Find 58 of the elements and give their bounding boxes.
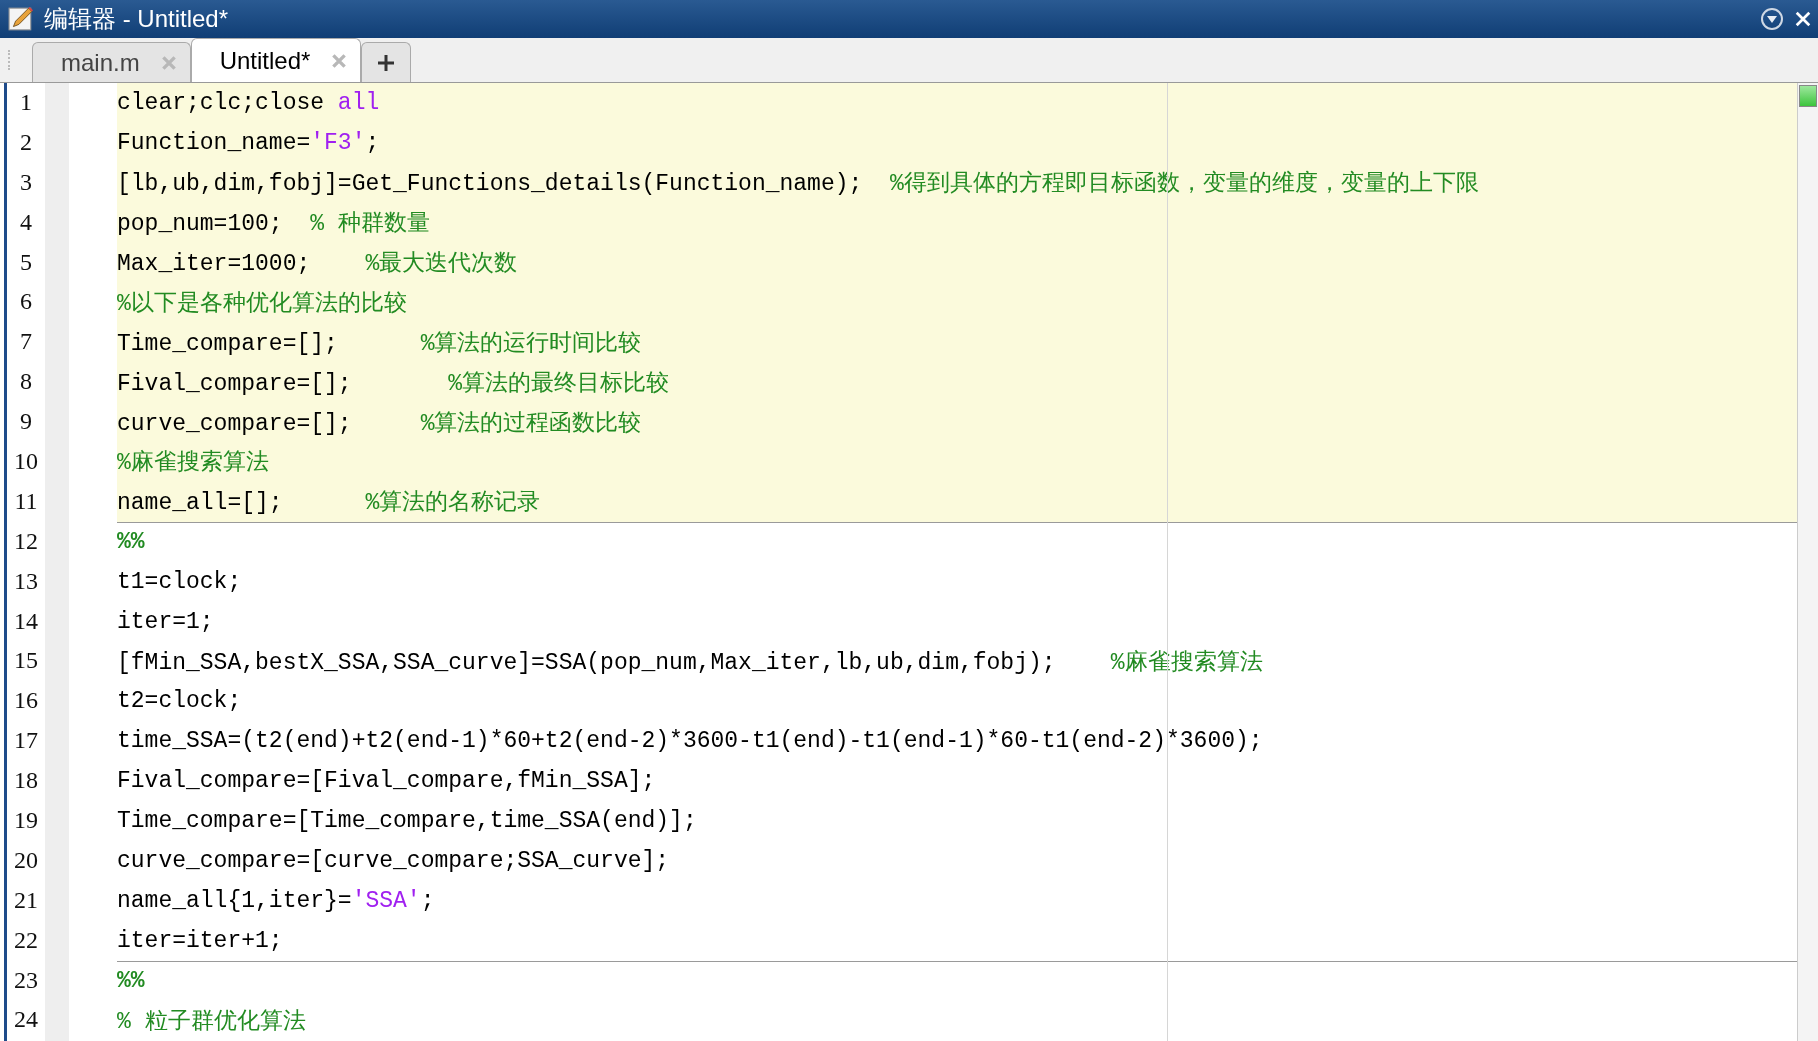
code-line: curve_compare=[curve_compare;SSA_curve]; (117, 847, 670, 874)
line-number: 11 (13, 486, 39, 516)
line-number: 12 (13, 526, 39, 556)
line-number: 14 (13, 606, 39, 636)
code-line: iter=iter+1; (117, 927, 283, 954)
line-number: 13 (13, 566, 39, 596)
code-line: time_SSA=(t2(end)+t2(end-1)*60+t2(end-2)*3600-t1(end)-t1(end-1)*60-t1(end-2)*3600); (117, 728, 1263, 755)
pencil-icon (8, 6, 34, 32)
code-line: iter=1; (117, 608, 214, 635)
line-number: 8 (19, 367, 33, 397)
code-line: %以下是各种优化算法的比较 (117, 289, 407, 318)
code-line: % 粒子群优化算法 (117, 1007, 306, 1036)
line-number: 4 (19, 207, 33, 237)
line-number: 16 (13, 686, 39, 716)
code-line: t1=clock; (117, 568, 242, 595)
line-number: 18 (13, 766, 39, 796)
scrollbar[interactable] (1797, 83, 1818, 1041)
line-number: 21 (13, 885, 39, 915)
code-line: %% (117, 529, 145, 556)
code-line: Time_compare=[Time_compare,time_SSA(end)]; (117, 807, 697, 834)
line-number: 10 (13, 447, 39, 476)
code-line: Function_name='F3'; (117, 129, 380, 156)
code-line: pop_num=100; % 种群数量 (117, 210, 430, 239)
line-number: 23 (13, 965, 39, 995)
line-number: 3 (19, 167, 33, 197)
dropdown-icon[interactable] (1760, 7, 1784, 31)
line-number: 19 (13, 806, 39, 836)
new-tab-button[interactable] (361, 42, 412, 82)
status-marker (1799, 85, 1817, 107)
code-line: [fMin_SSA,bestX_SSA,SSA_curve]=SSA(pop_num,Max_iter,lb,ub,dim,fobj); %麻雀搜索算法 (117, 648, 1263, 677)
line-number: 20 (13, 845, 39, 875)
line-number: 17 (13, 726, 39, 756)
code-line: Fival_compare=[]; %算法的最终目标比较 (117, 369, 670, 398)
code-line: Fival_compare=[Fival_compare,fMin_SSA]; (117, 768, 656, 795)
window-title: 编辑器 - Untitled* (44, 4, 229, 34)
line-number: 22 (13, 925, 39, 955)
line-number: 5 (19, 247, 33, 277)
line-number: 1 (19, 88, 33, 117)
code-line: name_all=[]; %算法的名称记录 (117, 489, 541, 518)
code-line: name_all{1,iter}='SSA'; (117, 887, 435, 914)
line-number: 2 (19, 127, 33, 157)
editor-tab[interactable]: Untitled* (190, 38, 362, 82)
line-number: 24 (13, 1005, 39, 1035)
code-line: Max_iter=1000; %最大迭代次数 (117, 250, 518, 278)
line-number: 6 (19, 287, 33, 317)
line-number: 7 (19, 327, 33, 357)
code-line: %麻雀搜索算法 (117, 449, 269, 478)
plus-icon (376, 52, 397, 73)
line-number: 9 (19, 407, 33, 437)
code-line: [lb,ub,dim,fobj]=Get_Functions_details(Function_name); %得到具体的方程即目标函数，变量的维度，变量的上下限 (117, 169, 1479, 199)
line-number: 15 (13, 646, 39, 676)
code-line: %% (117, 968, 145, 995)
code-line: curve_compare=[]; %算法的过程函数比较 (117, 409, 642, 438)
close-icon[interactable] (1794, 10, 1812, 28)
code-line: t2=clock; (117, 688, 242, 715)
editor-tab[interactable]: main.m (32, 42, 191, 82)
code-line: Time_compare=[]; %算法的运行时间比较 (117, 329, 642, 358)
code-line: clear;clc;close all (117, 89, 380, 116)
